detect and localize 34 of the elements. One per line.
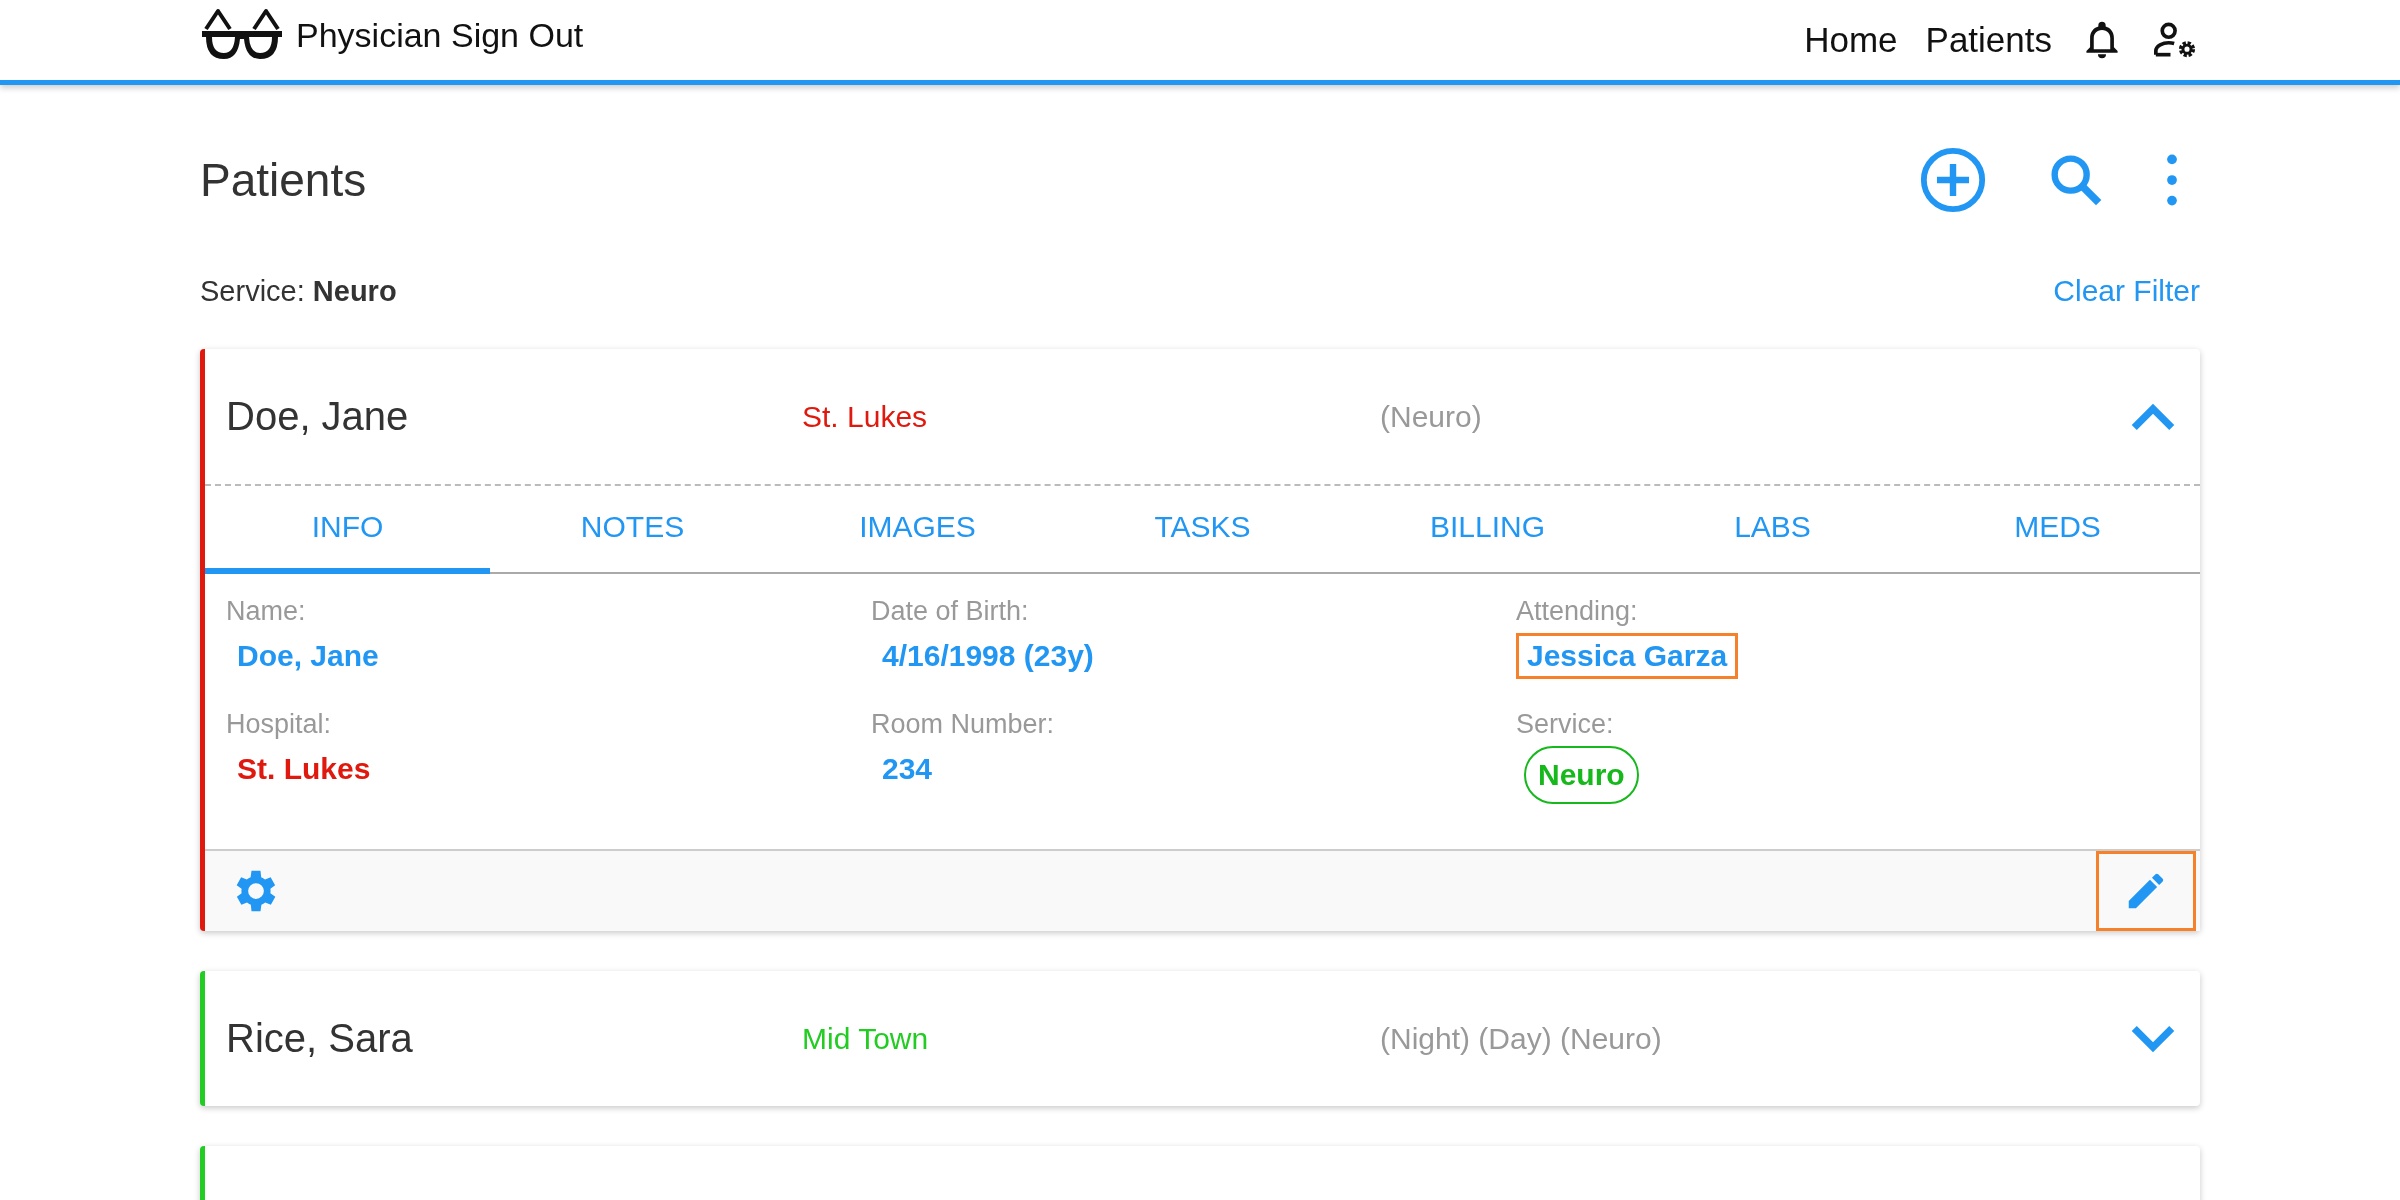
tab[interactable]: TASKS <box>1060 486 1345 574</box>
service-filter: Service: Neuro <box>200 274 397 308</box>
add-icon[interactable] <box>1918 145 1988 215</box>
hospital-name: St. Lukes <box>802 399 929 434</box>
more-icon[interactable] <box>2164 154 2180 206</box>
field-label: Name: <box>226 596 306 627</box>
tab[interactable]: LABS <box>1630 486 1915 574</box>
nav-link[interactable]: Home <box>1804 20 1898 60</box>
field-value: 4/16/1998 (23y) <box>881 638 1095 674</box>
field-value: St. Lukes <box>236 750 372 787</box>
clear-filter-link[interactable]: Clear Filter <box>2053 274 2200 308</box>
tab[interactable]: NOTES <box>490 486 775 574</box>
field-value: Doe, Jane <box>236 638 380 674</box>
page-title: Patients <box>200 153 367 207</box>
app-title: Physician Sign Out <box>296 15 584 55</box>
field-label: Room Number: <box>871 708 1055 740</box>
patient-name[interactable]: Doe, Jane <box>226 394 802 439</box>
field-label: Service: <box>1516 708 1614 740</box>
service-list: (Night) (Day) (Neuro) <box>1380 1021 2128 1056</box>
service-list: (Neuro) <box>1380 399 2128 434</box>
field-label: Hospital: <box>226 708 332 740</box>
service-tag: Neuro <box>1524 745 1639 804</box>
tab[interactable]: MEDS <box>1915 486 2200 574</box>
tab[interactable]: BILLING <box>1345 486 1630 574</box>
tab[interactable]: INFO <box>205 486 490 574</box>
tab[interactable]: IMAGES <box>775 486 1060 574</box>
field-value: 234 <box>881 750 934 787</box>
hospital-name: Mid Town <box>802 1021 930 1056</box>
field-label: Date of Birth: <box>871 596 1029 627</box>
edit-button[interactable] <box>2096 851 2196 931</box>
field-value: Jessica Garza <box>1516 633 1739 679</box>
field-label: Attending: <box>1516 596 1638 627</box>
nav-link[interactable]: Patients <box>1925 20 2052 60</box>
patient-name[interactable]: Rice, Sara <box>226 1016 802 1061</box>
